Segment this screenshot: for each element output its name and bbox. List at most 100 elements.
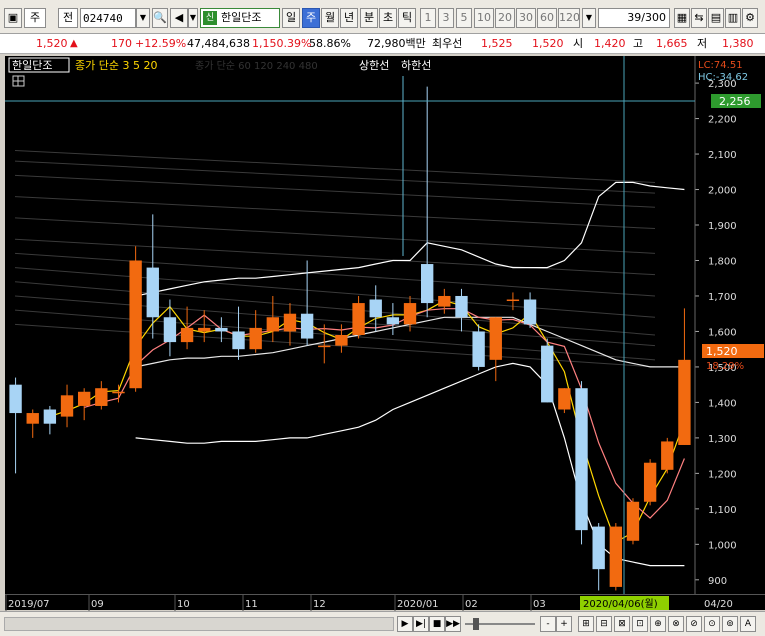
horizontal-scrollbar[interactable] xyxy=(4,617,394,631)
period-day[interactable]: 일 xyxy=(282,8,300,28)
second-button[interactable]: 초 xyxy=(379,8,397,28)
x-axis-right: 04/20 xyxy=(700,594,765,610)
candle-body xyxy=(198,327,211,332)
price-chart[interactable]: 900 1,000 1,100 1,200 1,300 1,400 1,500 1,600 1,… xyxy=(5,56,765,610)
type-select[interactable]: 전 xyxy=(58,8,78,28)
low-label: 저 xyxy=(697,37,708,50)
candle-body xyxy=(678,359,691,445)
zoom-out-icon[interactable]: - xyxy=(540,616,556,632)
toolbar: ▣ 주 전 ▼ 🔍 ◀ ▼ 신 한일단조 일 주 월 년 분 초 틱 1 3 5… xyxy=(0,0,765,34)
chart-svg[interactable]: 9001,0001,1001,2001,3001,4001,5001,6001,… xyxy=(5,56,765,610)
legend-lower[interactable]: 하한선 xyxy=(401,58,431,72)
chart-option-1-icon[interactable]: ⊞ xyxy=(578,616,594,632)
volume: 47,484,638 xyxy=(187,37,250,50)
bollinger-bands xyxy=(49,181,685,567)
period-month[interactable]: 월 xyxy=(321,8,339,28)
chart-option-3-icon[interactable]: ⊠ xyxy=(614,616,630,632)
layout-icon[interactable]: ▣ xyxy=(4,8,22,28)
crosshair-date: 2020/04/06(월) xyxy=(583,598,658,610)
candle-body xyxy=(249,327,262,350)
y-tick-label: 2,100 xyxy=(708,150,737,161)
search-icon[interactable]: 🔍 xyxy=(152,8,168,28)
save-icon[interactable]: ▤ xyxy=(708,8,724,28)
scroll-end-icon[interactable]: ▶| xyxy=(413,616,429,632)
candle-body xyxy=(266,317,279,332)
y-tick-label: 900 xyxy=(708,576,727,587)
open-price: 1,420 xyxy=(594,37,626,50)
y-tick-label: 2,000 xyxy=(708,186,737,197)
change-value: 170 xyxy=(111,37,132,50)
count-field[interactable]: 39/300 xyxy=(598,8,670,28)
chart-option-2-icon[interactable]: ⊟ xyxy=(596,616,612,632)
zoom-in-icon[interactable]: + xyxy=(556,616,572,632)
minute-button[interactable]: 분 xyxy=(360,8,378,28)
current-price: 1,520 xyxy=(36,37,68,50)
moving-average-fan xyxy=(14,150,656,368)
print-icon[interactable]: ▥ xyxy=(725,8,741,28)
ma-fan-line xyxy=(14,295,656,347)
code-field[interactable] xyxy=(81,9,135,27)
interval-5[interactable]: 5 xyxy=(456,8,472,28)
stop-icon[interactable]: ■ xyxy=(429,616,445,632)
candle-body xyxy=(163,317,177,343)
candle-body xyxy=(609,526,622,587)
y-tick-label: 1,300 xyxy=(708,434,737,445)
candle-body xyxy=(129,260,142,389)
turnover: 58.86% xyxy=(309,37,351,50)
current-price-label: 1,520 xyxy=(706,345,738,358)
hc-label: HC:-34.62 xyxy=(698,72,748,83)
chart-option-6-icon[interactable]: ⊗ xyxy=(668,616,684,632)
legend-ma-long[interactable]: 종가 단순 60 120 240 480 xyxy=(195,60,318,72)
candle-body xyxy=(643,462,657,502)
chart-option-5-icon[interactable]: ⊕ xyxy=(650,616,666,632)
candle-body xyxy=(558,388,571,410)
candle-body xyxy=(455,295,468,318)
best-ask: 1,525 xyxy=(481,37,513,50)
tick-button[interactable]: 틱 xyxy=(398,8,416,28)
chart-option-4-icon[interactable]: ⊡ xyxy=(632,616,648,632)
candle-body xyxy=(232,331,245,350)
grid-icon[interactable]: ▦ xyxy=(674,8,690,28)
y-tick-label: 1,600 xyxy=(708,327,737,338)
candle-body xyxy=(95,388,108,406)
ma-fan-line xyxy=(14,217,656,254)
x-axis: 2019/07 09 10 11 12 2020/01 02 03 2020/04/06(월) xyxy=(5,594,700,611)
period-week[interactable]: 주 xyxy=(302,8,320,28)
zoom-slider[interactable] xyxy=(465,618,535,630)
chart-option-7-icon[interactable]: ⊘ xyxy=(686,616,702,632)
code-input[interactable] xyxy=(80,8,136,28)
ma-fan-line xyxy=(14,309,656,361)
legend-ma[interactable]: 종가 단순 3 5 20 xyxy=(75,59,157,72)
legend-upper[interactable]: 상한선 xyxy=(359,59,389,72)
period-year[interactable]: 년 xyxy=(340,8,358,28)
speaker-dropdown-icon[interactable]: ▼ xyxy=(188,8,198,28)
interval-dropdown-icon[interactable]: ▼ xyxy=(582,8,596,28)
volume-ratio: 1,150.39% xyxy=(252,37,312,50)
x-tick-label: 03 xyxy=(533,599,546,610)
interval-3[interactable]: 3 xyxy=(438,8,454,28)
fast-forward-icon[interactable]: ▶▶ xyxy=(445,616,461,632)
chart-option-8-icon[interactable]: ⊙ xyxy=(704,616,720,632)
bottom-controls: ▶ ▶| ■ ▶▶ - + ⊞ ⊟ ⊠ ⊡ ⊕ ⊗ ⊘ ⊙ ⊚ A xyxy=(0,611,765,636)
stock-name: 한일단조 xyxy=(221,11,262,24)
interval-60[interactable]: 60 xyxy=(537,8,557,28)
lc-label: LC:74.51 xyxy=(698,60,743,71)
stock-name-field[interactable]: 신 한일단조 xyxy=(200,8,280,28)
speaker-icon[interactable]: ◀ xyxy=(170,8,188,28)
font-size-icon[interactable]: A xyxy=(740,616,756,632)
interval-20[interactable]: 20 xyxy=(495,8,515,28)
candle-body xyxy=(386,317,400,325)
settings-icon[interactable]: ⚙ xyxy=(742,8,758,28)
interval-10[interactable]: 10 xyxy=(474,8,494,28)
scroll-next-icon[interactable]: ▶ xyxy=(397,616,413,632)
interval-30[interactable]: 30 xyxy=(516,8,536,28)
code-dropdown-icon[interactable]: ▼ xyxy=(136,8,150,28)
market-select[interactable]: 주 xyxy=(24,8,46,28)
candle-body xyxy=(369,299,382,318)
legend-name: 한일단조 xyxy=(12,58,52,72)
y-tick-label: 1,800 xyxy=(708,256,737,267)
interval-1[interactable]: 1 xyxy=(420,8,436,28)
interval-120[interactable]: 120 xyxy=(558,8,580,28)
chart-option-9-icon[interactable]: ⊚ xyxy=(722,616,738,632)
compare-icon[interactable]: ⇆ xyxy=(691,8,707,28)
